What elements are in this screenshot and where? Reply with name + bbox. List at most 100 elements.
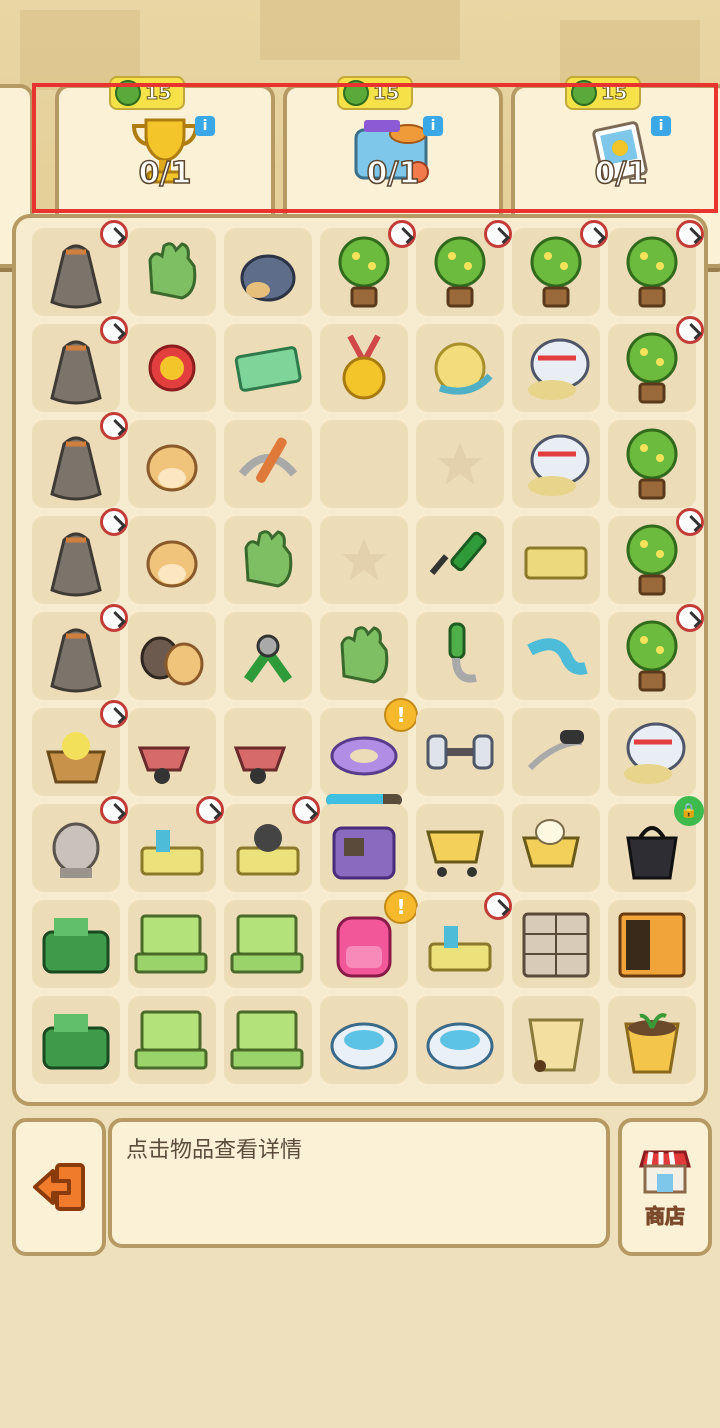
grid-cell[interactable] — [416, 612, 504, 700]
bag-pile-icon — [332, 826, 396, 880]
grid-cell[interactable] — [32, 412, 128, 508]
wheelbarrow-icon — [137, 746, 191, 784]
empty-slot-star-icon — [438, 442, 482, 484]
cart-duck-icon — [522, 819, 580, 868]
locker-icon — [522, 912, 590, 978]
bucket-icon — [528, 1018, 584, 1072]
grid-cell[interactable] — [608, 900, 696, 988]
grid-cell[interactable] — [608, 996, 696, 1084]
green-glove-icon — [148, 242, 197, 300]
grid-cell[interactable] — [416, 708, 504, 796]
grid-cell[interactable] — [32, 220, 128, 316]
grid-cell[interactable] — [32, 316, 128, 412]
grid-cell[interactable] — [320, 324, 408, 412]
timer-badge-icon — [100, 796, 128, 824]
grid-cell[interactable] — [128, 324, 216, 412]
timer-badge-icon — [676, 604, 704, 632]
grid-cell[interactable] — [128, 796, 224, 892]
grid-cell[interactable] — [416, 996, 504, 1084]
grid-cell[interactable] — [512, 996, 600, 1084]
green-kit-icon — [42, 1014, 110, 1070]
grid-cell[interactable]: 🔒 — [608, 796, 704, 892]
grid-cell[interactable] — [512, 420, 600, 508]
grid-cell[interactable] — [512, 804, 600, 892]
pipe-icon — [448, 622, 477, 683]
grid-cell[interactable]: ! — [320, 698, 418, 806]
grid-cell[interactable] — [128, 516, 216, 604]
grid-cell[interactable] — [128, 420, 216, 508]
empty-slot-star-icon — [342, 538, 386, 580]
treadmill-snail-icon — [528, 338, 590, 400]
stone-hedgehog-icon — [240, 254, 296, 302]
grid-cell[interactable] — [32, 796, 128, 892]
grid-cell[interactable] — [608, 316, 704, 412]
laptop-icon — [230, 914, 304, 974]
flower-tree-icon — [626, 428, 678, 500]
grid-cell[interactable] — [320, 612, 408, 700]
grid-cell[interactable] — [416, 324, 504, 412]
grid-cell[interactable] — [512, 220, 608, 316]
grid-cell[interactable] — [224, 996, 312, 1084]
item-panel: ! 🔒! — [12, 214, 708, 1106]
grid-cell[interactable] — [512, 708, 600, 796]
selection-highlight — [32, 83, 718, 213]
robot-vacuum-icon — [330, 1022, 398, 1070]
hamster-icon — [146, 540, 198, 588]
grid-cell[interactable] — [128, 996, 216, 1084]
timer-badge-icon — [196, 796, 224, 824]
laptop-icon — [230, 1010, 304, 1070]
grid-cell[interactable] — [224, 612, 312, 700]
grid-cell[interactable] — [224, 228, 312, 316]
grid-cell[interactable] — [128, 900, 216, 988]
grid-cell[interactable] — [128, 708, 216, 796]
grid-cell[interactable] — [32, 508, 128, 604]
hint-text: 点击物品查看详情 — [126, 1138, 303, 1163]
grid-cell[interactable] — [224, 900, 312, 988]
exit-icon — [33, 1163, 85, 1211]
grid-cell[interactable] — [320, 516, 408, 604]
grid-cell[interactable] — [32, 900, 120, 988]
laptop-icon — [134, 1010, 208, 1070]
grid-cell[interactable] — [320, 804, 408, 892]
grid-cell[interactable] — [608, 508, 704, 604]
grid-cell[interactable] — [32, 700, 128, 796]
grid-cell[interactable] — [224, 796, 320, 892]
grid-cell[interactable] — [512, 612, 600, 700]
item-grid: ! 🔒! — [32, 220, 704, 1084]
grid-cell[interactable] — [608, 604, 704, 700]
blue-ribbon-icon — [527, 638, 588, 675]
pliers-icon — [243, 634, 293, 683]
grid-cell[interactable] — [608, 420, 696, 508]
grid-cell[interactable] — [416, 804, 504, 892]
bottom-bar: 点击物品查看详情 商店 — [0, 1110, 720, 1260]
grid-cell[interactable] — [224, 516, 312, 604]
grid-cell[interactable] — [512, 516, 600, 604]
grid-cell[interactable] — [608, 708, 696, 796]
grid-cell[interactable] — [128, 612, 216, 700]
grid-cell[interactable] — [32, 996, 120, 1084]
grid-cell[interactable] — [320, 996, 408, 1084]
exit-button[interactable] — [12, 1118, 106, 1256]
green-kit-icon — [42, 918, 110, 974]
cabinet-icon — [618, 912, 686, 978]
grid-cell[interactable] — [224, 324, 312, 412]
grid-cell[interactable] — [608, 220, 704, 316]
grid-cell[interactable] — [224, 420, 312, 508]
shop-button[interactable]: 商店 — [618, 1118, 712, 1256]
grid-cell[interactable]: ! — [320, 890, 418, 988]
hamster-icon — [146, 444, 198, 492]
grid-cell[interactable] — [512, 324, 600, 412]
grid-cell[interactable] — [416, 420, 504, 508]
laptop-icon — [134, 914, 208, 974]
grid-cell[interactable] — [320, 420, 408, 508]
grid-cell[interactable] — [320, 220, 416, 316]
grid-cell[interactable] — [32, 604, 128, 700]
grid-cell[interactable] — [224, 708, 312, 796]
shopping-cart-icon — [426, 830, 484, 877]
grid-cell[interactable] — [416, 516, 504, 604]
grid-cell[interactable] — [416, 220, 512, 316]
hamster-pair-icon — [140, 636, 204, 686]
grid-cell[interactable] — [416, 892, 512, 988]
grid-cell[interactable] — [512, 900, 600, 988]
grid-cell[interactable] — [128, 228, 216, 316]
